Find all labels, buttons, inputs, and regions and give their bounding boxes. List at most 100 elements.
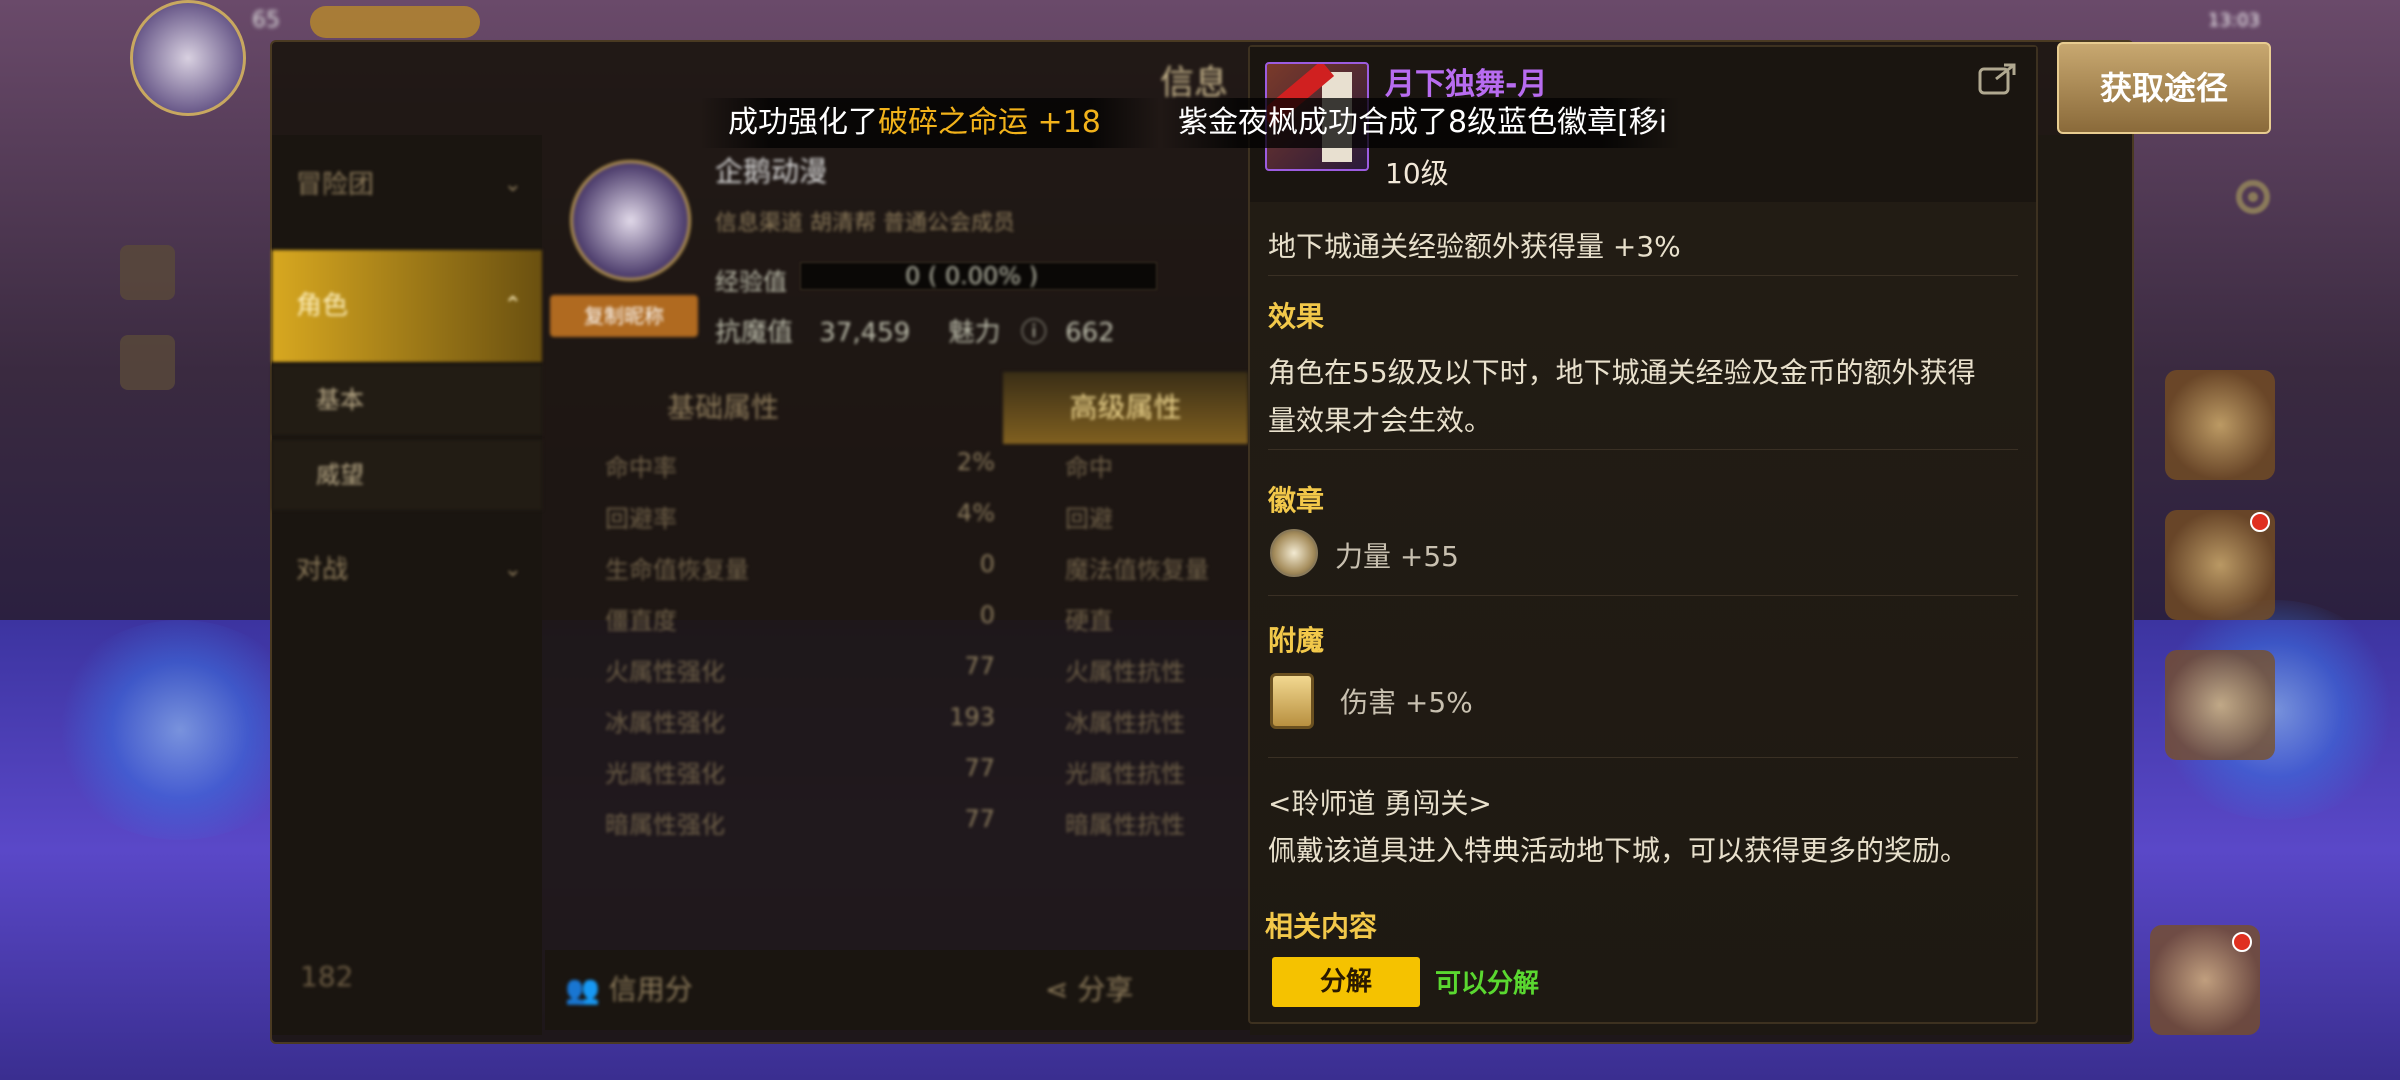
attribute-tabs: 基础属性 高级属性: [548, 372, 1248, 444]
power-label: 抗魔值: [715, 318, 794, 348]
nav-character-label: 角色: [296, 291, 349, 321]
attribute-value: 4%: [956, 499, 995, 527]
hud-level: 65: [252, 8, 280, 33]
power-value: 37,459: [819, 318, 911, 348]
related-heading: 相关内容: [1265, 910, 1378, 943]
attribute-right-name: 光属性抗性: [1065, 760, 1185, 788]
attribute-value: 77: [964, 754, 995, 782]
attribute-row: 命中率 2% 命中: [560, 448, 1250, 498]
attribute-name: 命中率: [605, 454, 677, 482]
attribute-name: 火属性强化: [605, 658, 725, 686]
attribute-name: 光属性强化: [605, 760, 725, 788]
attribute-name: 回避率: [605, 505, 677, 533]
copy-name-label: 复制昵称: [584, 304, 664, 328]
copy-name-button[interactable]: 复制昵称: [550, 295, 698, 337]
people-icon: 👥: [565, 973, 600, 1006]
decompose-note: 可以分解: [1435, 969, 1540, 999]
chevron-up-icon: ⌃: [503, 293, 522, 318]
notify-enhance-item: 破碎之命运 +18: [878, 105, 1101, 140]
attribute-row: 暗属性强化 77 暗属性抗性: [560, 805, 1250, 855]
panel-bottom-bar: 👥 信用分 ⋖ 分享: [545, 950, 1250, 1030]
divider: [1268, 449, 2018, 450]
right-side-item[interactable]: [2165, 370, 2275, 480]
share-button[interactable]: ⋖ 分享: [1045, 968, 1133, 1008]
notification-dot: [2232, 932, 2252, 952]
attribute-name: 暗属性强化: [605, 811, 725, 839]
left-side-item[interactable]: [120, 245, 175, 300]
credit-label: 信用分: [608, 973, 693, 1006]
effect-text-2: 量效果才会生效。: [1268, 404, 1493, 437]
nav-pvp-label: 对战: [296, 555, 349, 585]
nav-bottom-count: 182: [300, 960, 354, 993]
divider: [1268, 757, 2018, 758]
player-avatar[interactable]: [130, 0, 246, 116]
left-nav: 冒险团 ⌄ 角色 ⌃ 基本 威望 对战 ⌄: [272, 135, 542, 1035]
nav-adventure-label: 冒险团: [296, 170, 375, 200]
share-label: 分享: [1077, 973, 1134, 1006]
tab-advanced-attributes[interactable]: 高级属性: [1003, 372, 1248, 444]
external-link-icon[interactable]: [1978, 61, 2018, 95]
attribute-name: 生命值恢复量: [605, 556, 749, 584]
notify-enhance-prefix: 成功强化了: [728, 105, 878, 140]
attribute-value: 193: [949, 703, 995, 731]
divider: [1268, 275, 2018, 276]
attribute-row: 冰属性强化 193 冰属性抗性: [560, 703, 1250, 753]
nav-prestige-label: 威望: [316, 461, 364, 489]
attribute-row: 光属性强化 77 光属性抗性: [560, 754, 1250, 804]
effect-heading: 效果: [1268, 300, 1325, 333]
enchant-card-icon: [1270, 673, 1314, 729]
charm-label: 魅力: [948, 318, 1001, 348]
nav-adventure[interactable]: 冒险团 ⌄: [272, 145, 542, 225]
item-tooltip: 月下独舞-月 10级 地下城通关经验额外获得量 +3% 效果 角色在55级及以下…: [1248, 45, 2038, 1024]
chevron-down-icon: ⌄: [503, 557, 522, 582]
divider: [1268, 595, 2018, 596]
nav-prestige[interactable]: 威望: [272, 440, 542, 510]
notification-dot: [2250, 512, 2270, 532]
acquire-route-button[interactable]: 获取途径: [2057, 42, 2271, 134]
attribute-right-name: 命中: [1065, 454, 1113, 482]
attribute-value: 77: [964, 805, 995, 833]
character-name: 企鹅动漫: [715, 155, 828, 188]
attribute-right-name: 火属性抗性: [1065, 658, 1185, 686]
attribute-row: 生命值恢复量 0 魔法值恢复量: [560, 550, 1250, 600]
question-icon[interactable]: ⓘ: [1021, 318, 1047, 348]
right-side-item[interactable]: [2165, 650, 2275, 760]
attribute-right-name: 冰属性抗性: [1065, 709, 1185, 737]
notification-synthesis: 紫金夜枫成功合成了8级蓝色徽章[移i: [1160, 98, 1680, 148]
nav-character[interactable]: 角色 ⌃: [272, 250, 542, 362]
stats-line: 抗魔值 37,459 魅力 ⓘ 662: [715, 312, 1115, 349]
charm-value: 662: [1065, 318, 1115, 348]
attribute-name: 冰属性强化: [605, 709, 725, 737]
character-avatar: [570, 160, 691, 281]
decompose-button[interactable]: 分解: [1272, 957, 1420, 1007]
enchant-mod: 伤害 +5%: [1340, 686, 1473, 719]
credit-button[interactable]: 👥 信用分: [565, 968, 693, 1008]
item-level: 10级: [1385, 157, 1449, 190]
attribute-right-name: 暗属性抗性: [1065, 811, 1185, 839]
badge-mod: 力量 +55: [1335, 540, 1459, 573]
attribute-name: 僵直度: [605, 607, 677, 635]
gear-icon[interactable]: [2228, 172, 2278, 222]
enchant-heading: 附魔: [1268, 624, 1325, 657]
nav-pvp[interactable]: 对战 ⌄: [272, 530, 542, 610]
effect-text-1: 角色在55级及以下时，地下城通关经验及金币的额外获得: [1268, 356, 1976, 389]
hud-gold-bar: [310, 6, 480, 38]
flavor-text: 佩戴该道具进入特典活动地下城，可以获得更多的奖励。: [1268, 834, 1969, 867]
attribute-row: 火属性强化 77 火属性抗性: [560, 652, 1250, 702]
attribute-value: 0: [979, 550, 995, 578]
attribute-row: 回避率 4% 回避: [560, 499, 1250, 549]
exp-value: 0 ( 0.00% ): [905, 262, 1039, 290]
exp-label: 经验值: [715, 268, 787, 296]
nav-basic[interactable]: 基本: [272, 365, 542, 435]
item-name: 月下独舞-月: [1385, 67, 1548, 102]
tab-basic-attributes[interactable]: 基础属性: [548, 372, 898, 444]
attribute-right-name: 回避: [1065, 505, 1113, 533]
flavor-title: <聆师道 勇闯关>: [1268, 787, 1492, 820]
attribute-row: 僵直度 0 硬直: [560, 601, 1250, 651]
attribute-value: 0: [979, 601, 995, 629]
left-side-item[interactable]: [120, 335, 175, 390]
chevron-down-icon: ⌄: [503, 172, 522, 197]
guild-line: 信息渠道 胡清帮 普通公会成员: [715, 211, 1015, 236]
share-icon: ⋖: [1045, 973, 1069, 1006]
attribute-value: 2%: [956, 448, 995, 476]
